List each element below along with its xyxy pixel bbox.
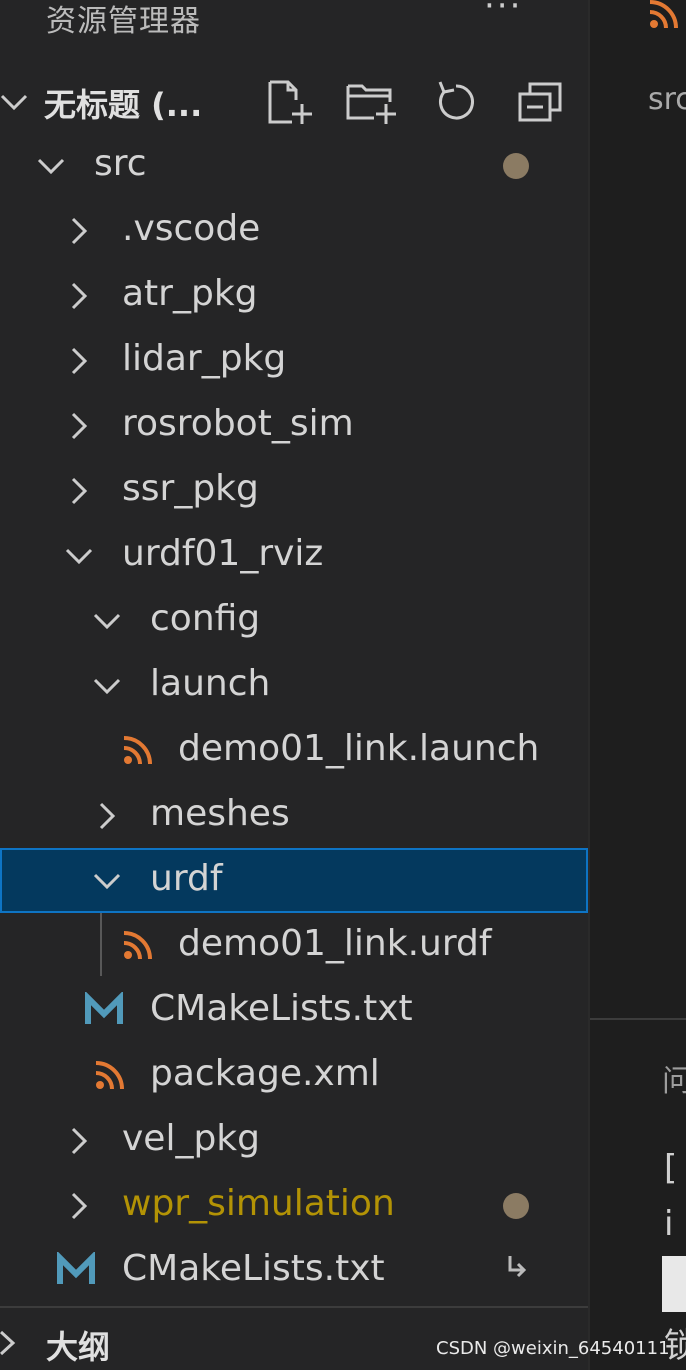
bottom-panel: 问 [ i 锁 bbox=[590, 1018, 686, 1370]
chevron-right-icon bbox=[0, 1330, 16, 1356]
collapse-all-icon bbox=[518, 82, 562, 122]
tree-file-row[interactable]: demo01_link.launch bbox=[0, 718, 588, 783]
tree-item-label: vel_pkg bbox=[122, 1118, 261, 1159]
tree-folder-row[interactable]: ssr_pkg bbox=[0, 458, 588, 523]
chevron-right-icon bbox=[71, 1127, 88, 1155]
tree-item-label: config bbox=[150, 598, 261, 639]
tree-item-label: urdf01_rviz bbox=[122, 533, 324, 574]
tree-item-label: src bbox=[94, 143, 147, 184]
cmake-m-icon bbox=[85, 992, 123, 1024]
file-tree: src .vscode atr_pkg lidar_pkg rosrobot_simss… bbox=[0, 133, 588, 1303]
editor-tab[interactable] bbox=[590, 0, 686, 66]
breadcrumb[interactable]: src bbox=[648, 82, 686, 117]
tree-item-label: .vscode bbox=[122, 208, 261, 249]
chevron-down-icon bbox=[37, 158, 65, 175]
tree-item-label: demo01_link.urdf bbox=[178, 923, 492, 964]
refresh-icon bbox=[438, 81, 474, 120]
chevron-right-icon bbox=[71, 282, 88, 310]
indent-guide bbox=[100, 913, 102, 976]
terminal-line: i bbox=[664, 1204, 674, 1244]
explorer-title: 资源管理器 bbox=[46, 4, 201, 39]
more-actions-button[interactable]: ··· bbox=[484, 0, 522, 26]
tree-folder-row[interactable]: .vscode bbox=[0, 198, 588, 263]
editor-tab-bar bbox=[590, 0, 686, 66]
modified-dot-icon bbox=[503, 1193, 529, 1219]
tree-folder-row[interactable]: urdf bbox=[0, 848, 588, 913]
explorer-header: 资源管理器 ··· bbox=[0, 0, 588, 46]
tree-item-label: urdf bbox=[150, 858, 223, 899]
new-folder-button[interactable] bbox=[344, 78, 398, 126]
tree-item-label: demo01_link.launch bbox=[178, 728, 540, 769]
tree-folder-row[interactable]: urdf01_rviz bbox=[0, 523, 588, 588]
tree-file-row[interactable]: package.xml bbox=[0, 1043, 588, 1108]
terminal-line: [ bbox=[664, 1148, 678, 1188]
tree-item-label: CMakeLists.txt bbox=[150, 988, 413, 1029]
modified-dot-icon bbox=[503, 153, 529, 179]
panel-tab-problems[interactable]: 问 bbox=[662, 1056, 686, 1100]
new-file-icon bbox=[268, 80, 312, 124]
tree-folder-row[interactable]: config bbox=[0, 588, 588, 653]
chevron-right-icon bbox=[71, 412, 88, 440]
tree-item-label: CMakeLists.txt bbox=[122, 1248, 385, 1289]
chevron-right-icon bbox=[71, 1192, 88, 1220]
watermark-text: CSDN @weixin_64540111 bbox=[436, 1338, 670, 1359]
chevron-right-icon bbox=[71, 477, 88, 505]
chevron-down-icon bbox=[65, 548, 93, 565]
new-file-button[interactable] bbox=[262, 78, 316, 126]
terminal-cursor bbox=[662, 1256, 686, 1312]
cmake-m-icon bbox=[57, 1252, 95, 1284]
outline-title: 大纲 bbox=[46, 1328, 111, 1366]
tree-item-label: package.xml bbox=[150, 1053, 380, 1094]
collapse-all-button[interactable] bbox=[514, 78, 568, 126]
tree-item-label: ssr_pkg bbox=[122, 468, 259, 509]
tree-folder-row[interactable]: launch bbox=[0, 653, 588, 718]
chevron-right-icon bbox=[71, 217, 88, 245]
tree-folder-row[interactable]: atr_pkg bbox=[0, 263, 588, 328]
rss-xml-icon bbox=[123, 931, 152, 960]
chevron-down-icon bbox=[0, 94, 28, 111]
vscode-window: 资源管理器 ··· 无标题 (... src .vscode atr_pkg l… bbox=[0, 0, 686, 1370]
tree-item-label: lidar_pkg bbox=[122, 338, 287, 379]
tree-item-label: launch bbox=[150, 663, 271, 704]
rss-xml-icon bbox=[123, 736, 152, 765]
tree-folder-row[interactable]: vel_pkg bbox=[0, 1108, 588, 1173]
chevron-down-icon bbox=[93, 613, 121, 630]
tree-item-label: atr_pkg bbox=[122, 273, 258, 314]
chevron-right-icon bbox=[71, 347, 88, 375]
tree-file-row[interactable]: CMakeLists.txt bbox=[0, 1238, 588, 1303]
refresh-button[interactable] bbox=[430, 78, 484, 126]
symlink-arrow-icon bbox=[508, 1256, 527, 1278]
explorer-sidebar: 资源管理器 ··· 无标题 (... src .vscode atr_pkg l… bbox=[0, 0, 588, 1370]
rss-xml-icon bbox=[95, 1061, 124, 1090]
workspace-title: 无标题 (... bbox=[44, 86, 203, 124]
new-folder-icon bbox=[346, 84, 396, 124]
tree-folder-row[interactable]: src bbox=[0, 133, 588, 198]
tree-folder-row[interactable]: meshes bbox=[0, 783, 588, 848]
rss-xml-icon bbox=[649, 0, 678, 29]
chevron-down-icon bbox=[93, 678, 121, 695]
tree-folder-row[interactable]: wpr_simulation bbox=[0, 1173, 588, 1238]
tree-file-row[interactable]: demo01_link.urdf bbox=[0, 913, 588, 978]
tree-folder-row[interactable]: lidar_pkg bbox=[0, 328, 588, 393]
chevron-right-icon bbox=[99, 802, 116, 830]
tree-item-label: rosrobot_sim bbox=[122, 403, 354, 444]
editor-area: src 问 [ i 锁 bbox=[588, 0, 686, 1370]
chevron-down-icon bbox=[93, 873, 121, 890]
tree-item-label: meshes bbox=[150, 793, 290, 834]
tree-folder-row[interactable]: rosrobot_sim bbox=[0, 393, 588, 458]
tree-item-label: wpr_simulation bbox=[122, 1183, 395, 1224]
tree-file-row[interactable]: CMakeLists.txt bbox=[0, 978, 588, 1043]
workspace-header[interactable]: 无标题 (... bbox=[0, 68, 588, 132]
